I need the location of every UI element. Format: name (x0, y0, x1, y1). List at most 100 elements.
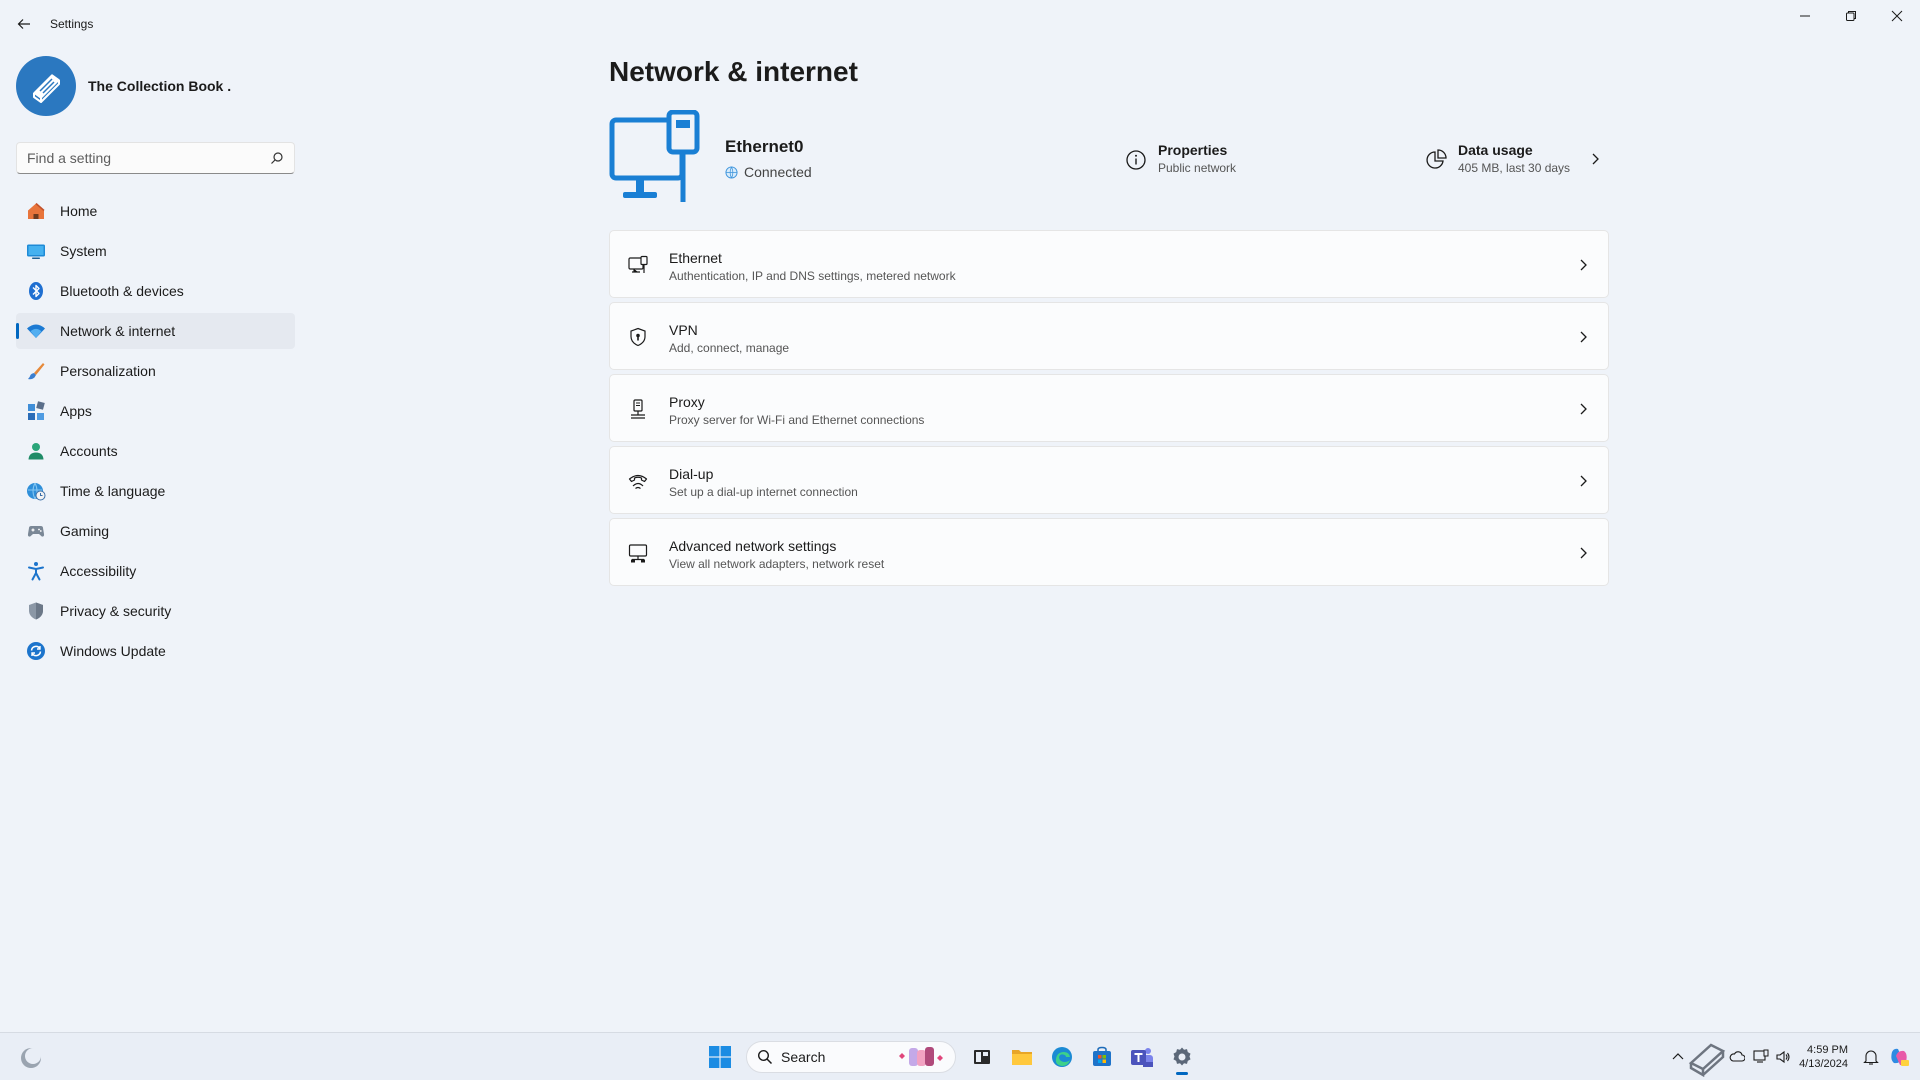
properties-link[interactable]: Properties Public network (1124, 142, 1236, 175)
restore-button[interactable] (1828, 0, 1874, 32)
clock-date: 4/13/2024 (1799, 1058, 1848, 1070)
taskbar-clock[interactable]: 4:59 PM 4/13/2024 (1799, 1043, 1848, 1071)
sidebar-item-time-language[interactable]: Time & language (16, 473, 295, 509)
card-title: Advanced network settings (669, 538, 837, 554)
chevron-up-icon[interactable] (1671, 1050, 1685, 1064)
chevron-right-icon (1580, 547, 1587, 559)
wifi-icon (26, 321, 46, 341)
system-icon (26, 241, 46, 261)
chevron-right-icon (1580, 259, 1587, 271)
app-title: Settings (50, 17, 94, 31)
gamepad-icon (26, 521, 46, 541)
shield-icon (26, 601, 46, 621)
sidebar-item-system[interactable]: System (16, 233, 295, 269)
accounts-icon (26, 441, 46, 461)
ethernet-computer-icon (609, 110, 700, 202)
sidebar-nav: Home System Bluetooth & devices Network … (16, 193, 295, 673)
sidebar-item-label: Privacy & security (60, 603, 172, 619)
search-icon (757, 1049, 773, 1065)
sidebar-item-privacy[interactable]: Privacy & security (16, 593, 295, 629)
taskbar: Search 4:59 PM 4/13/2024 (0, 1032, 1920, 1080)
windows-logo-icon (709, 1046, 731, 1068)
card-subtitle: Add, connect, manage (669, 341, 790, 355)
sidebar-item-label: Time & language (60, 483, 166, 499)
sidebar-item-label: Apps (60, 403, 92, 419)
user-profile[interactable]: The Collection Book . (16, 56, 231, 116)
taskbar-search-label: Search (781, 1049, 826, 1065)
proxy-card[interactable]: Proxy Proxy server for Wi-Fi and Etherne… (609, 374, 1609, 442)
back-button[interactable] (12, 12, 36, 36)
sidebar-item-label: Bluetooth & devices (60, 283, 184, 299)
sidebar-item-gaming[interactable]: Gaming (16, 513, 295, 549)
connection-status: Connected (725, 164, 812, 180)
sidebar-item-home[interactable]: Home (16, 193, 295, 229)
chevron-right-icon (1592, 153, 1599, 165)
sidebar-item-personalization[interactable]: Personalization (16, 353, 295, 389)
copilot-icon[interactable] (1888, 1046, 1910, 1068)
edge-icon (1052, 1047, 1072, 1067)
data-usage-title: Data usage (1458, 142, 1533, 158)
apps-icon (26, 401, 46, 421)
card-subtitle: Authentication, IP and DNS settings, met… (669, 269, 956, 283)
clock-time: 4:59 PM (1807, 1044, 1848, 1056)
chevron-right-icon (1580, 475, 1587, 487)
sidebar-item-apps[interactable]: Apps (16, 393, 295, 429)
minimize-button[interactable] (1782, 0, 1828, 32)
volume-icon[interactable] (1775, 1049, 1791, 1065)
start-button[interactable] (700, 1037, 740, 1077)
task-view-icon (974, 1050, 990, 1064)
card-title: Proxy (669, 394, 705, 410)
card-subtitle: Proxy server for Wi-Fi and Ethernet conn… (669, 413, 925, 427)
page-title: Network & internet (609, 56, 858, 87)
close-button[interactable] (1874, 0, 1920, 32)
edge-button[interactable] (1042, 1037, 1082, 1077)
sidebar-item-network[interactable]: Network & internet (16, 313, 295, 349)
sidebar-item-accessibility[interactable]: Accessibility (16, 553, 295, 589)
notification-bell-icon[interactable] (1862, 1048, 1880, 1066)
close-icon (1891, 10, 1903, 22)
update-icon (26, 641, 46, 661)
advanced-network-icon (628, 544, 648, 563)
vpn-shield-icon (630, 327, 646, 347)
search-input[interactable] (27, 150, 270, 166)
network-status-hero: Ethernet0 Connected Properties Public ne… (609, 110, 1609, 205)
sidebar-item-label: Gaming (60, 523, 110, 539)
brush-icon (26, 361, 46, 381)
sidebar-item-accounts[interactable]: Accounts (16, 433, 295, 469)
connection-status-text: Connected (744, 164, 812, 180)
proxy-icon (631, 399, 645, 419)
settings-search[interactable] (16, 142, 295, 174)
ethernet-icon (628, 255, 648, 273)
network-tray-icon[interactable] (1753, 1049, 1769, 1065)
back-arrow-icon (17, 19, 30, 29)
sidebar-item-label: Accessibility (60, 563, 137, 579)
onedrive-icon[interactable] (1729, 1049, 1746, 1065)
task-view-button[interactable] (962, 1037, 1002, 1077)
properties-title: Properties (1158, 142, 1228, 158)
sidebar-item-label: Accounts (60, 443, 118, 459)
sidebar-item-label: Home (60, 203, 98, 219)
globe-clock-icon (26, 481, 46, 501)
taskbar-search[interactable]: Search (746, 1041, 956, 1073)
vpn-card[interactable]: VPN Add, connect, manage (609, 302, 1609, 370)
chevron-right-icon (1580, 403, 1587, 415)
teams-button[interactable] (1122, 1037, 1162, 1077)
ethernet-card[interactable]: Ethernet Authentication, IP and DNS sett… (609, 230, 1609, 298)
store-button[interactable] (1082, 1037, 1122, 1077)
file-explorer-button[interactable] (1002, 1037, 1042, 1077)
data-usage-link[interactable]: Data usage 405 MB, last 30 days (1424, 142, 1600, 175)
widgets-icon[interactable] (18, 1045, 44, 1071)
card-title: Dial-up (669, 466, 714, 482)
advanced-network-card[interactable]: Advanced network settings View all netwo… (609, 518, 1609, 586)
sidebar-item-windows-update[interactable]: Windows Update (16, 633, 295, 669)
avatar (16, 56, 76, 116)
store-icon (1093, 1046, 1111, 1066)
search-icon[interactable] (270, 151, 284, 165)
settings-window: Settings The Collection Book . Find a se… (0, 0, 1920, 1032)
settings-taskbar-button[interactable] (1162, 1037, 1202, 1077)
bluetooth-icon (26, 281, 46, 301)
title-bar: Settings (0, 0, 1920, 48)
sidebar-item-bluetooth[interactable]: Bluetooth & devices (16, 273, 295, 309)
dialup-card[interactable]: Dial-up Set up a dial-up internet connec… (609, 446, 1609, 514)
accessibility-icon (26, 561, 46, 581)
